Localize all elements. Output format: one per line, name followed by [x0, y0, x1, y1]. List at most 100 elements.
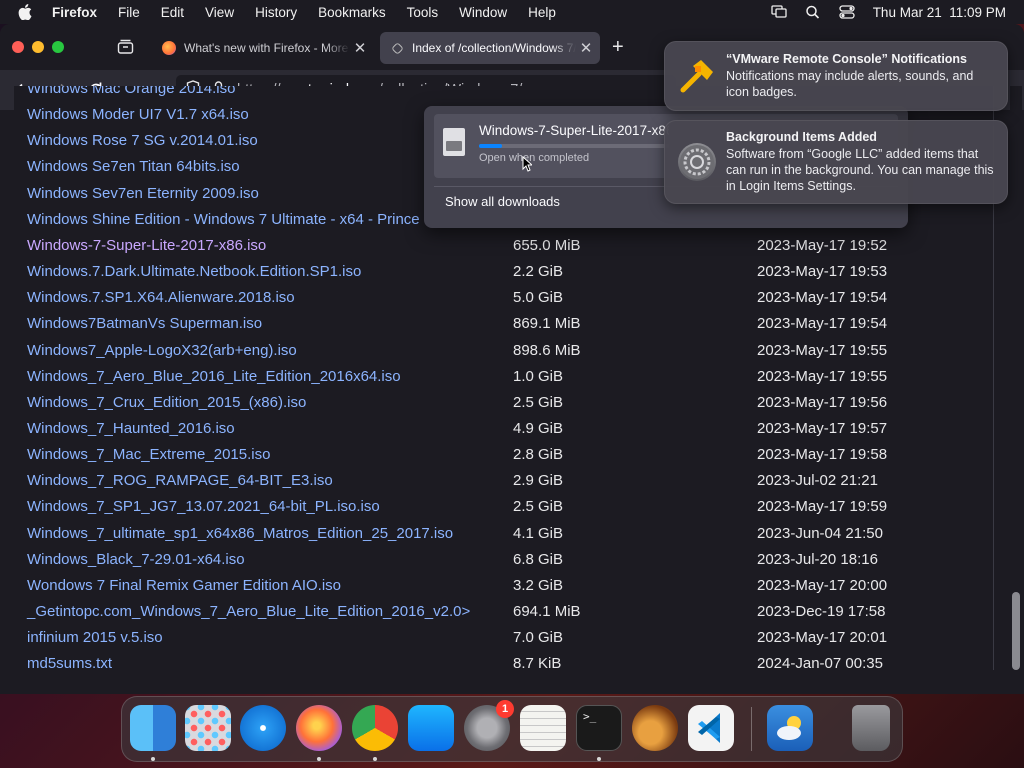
file-date: 2023-May-17 19:54: [757, 315, 888, 333]
close-tab-icon[interactable]: ✕: [350, 39, 370, 57]
file-link[interactable]: Windows_7_ultimate_sp1_x64x86_Matros_Edi…: [27, 521, 453, 547]
tab-whats-new[interactable]: What's new with Firefox - More ✕: [152, 32, 374, 64]
screen-mirroring-icon[interactable]: [771, 5, 787, 19]
launchpad-icon[interactable]: [185, 705, 231, 751]
menubar-status-area: Thu Mar 21 11:09 PM: [771, 0, 1006, 24]
file-date: 2023-Jun-04 21:50: [757, 524, 883, 542]
file-link[interactable]: Windows_7_ROG_RAMPAGE_64-BIT_E3.iso: [27, 468, 333, 494]
file-link[interactable]: Windows_7_SP1_JG7_13.07.2021_64-bit_PL.i…: [27, 494, 380, 520]
notification-background-items[interactable]: Background Items Added Software from “Go…: [664, 120, 1008, 204]
file-size: 3.2 GiB: [513, 576, 564, 594]
notification-body: Notifications may include alerts, sounds…: [726, 69, 974, 99]
notification-vmware[interactable]: “VMware Remote Console” Notifications No…: [664, 41, 1008, 111]
garageband-icon[interactable]: [632, 705, 678, 751]
chrome-icon[interactable]: [352, 705, 398, 751]
file-size: 2.9 GiB: [513, 472, 564, 490]
spotlight-search-icon[interactable]: [805, 5, 821, 19]
file-link[interactable]: Windows.7.Dark.Ultimate.Netbook.Edition.…: [27, 259, 361, 285]
show-all-downloads-button[interactable]: Show all downloads: [445, 194, 560, 209]
vmware-icon: [677, 56, 717, 96]
menu-bookmarks[interactable]: Bookmarks: [318, 5, 386, 20]
menu-view[interactable]: View: [205, 5, 234, 20]
control-center-icon[interactable]: [839, 5, 855, 19]
menu-app-name[interactable]: Firefox: [52, 5, 97, 20]
table-row: Windows_7_Haunted_2016.iso 4.9 GiB 2023-Ma…: [14, 416, 994, 442]
file-link[interactable]: Wondows 7 Final Remix Gamer Edition AIO.…: [27, 573, 341, 599]
tab-index-collection[interactable]: Index of /collection/Windows 7/ ✕: [380, 32, 600, 64]
app-store-icon[interactable]: [408, 705, 454, 751]
notification-body: Software from “Google LLC” added items t…: [726, 147, 994, 193]
file-size: 6.8 GiB: [513, 550, 564, 568]
table-row: Windows_7_Aero_Blue_2016_Lite_Edition_20…: [14, 364, 994, 390]
scrollbar-thumb[interactable]: [1012, 592, 1020, 670]
file-link[interactable]: Windows_7_Mac_Extreme_2015.iso: [27, 442, 270, 468]
dock: 1 >_: [121, 696, 903, 762]
menu-bar: Firefox File Edit View History Bookmarks…: [0, 0, 1024, 24]
file-date: 2023-May-17 19:59: [757, 498, 888, 516]
download-filename: Windows-7-Super-Lite-2017-x86.iso: [479, 123, 669, 138]
menu-file[interactable]: File: [118, 5, 140, 20]
firefox-icon[interactable]: [296, 705, 342, 751]
weather-icon[interactable]: [767, 705, 813, 751]
menu-help[interactable]: Help: [528, 5, 556, 20]
trash-icon[interactable]: [852, 705, 890, 751]
menu-edit[interactable]: Edit: [161, 5, 184, 20]
dock-separator: [751, 707, 752, 751]
page-icon: [391, 41, 404, 55]
file-date: 2023-May-17 20:00: [757, 576, 888, 594]
file-link[interactable]: md5sums.txt: [27, 651, 112, 670]
file-link[interactable]: Windows.7.SP1.X64.Alienware.2018.iso: [27, 285, 295, 311]
file-size: 898.6 MiB: [513, 341, 581, 359]
zoom-window-button[interactable]: [52, 41, 64, 53]
tab-title: What's new with Firefox - More: [184, 41, 349, 55]
apple-icon[interactable]: [18, 4, 32, 20]
close-window-button[interactable]: [12, 41, 24, 53]
running-indicator: [317, 757, 321, 761]
file-link[interactable]: Windows7_Apple-LogoX32(arb+eng).iso: [27, 338, 297, 364]
menu-window[interactable]: Window: [459, 5, 507, 20]
file-size: 655.0 MiB: [513, 236, 581, 254]
tab-overview-icon[interactable]: [117, 39, 134, 54]
file-link[interactable]: Windows_7_Crux_Edition_2015_(x86).iso: [27, 390, 306, 416]
file-date: 2023-May-17 19:56: [757, 393, 888, 411]
notification-title: Background Items Added: [726, 130, 877, 144]
file-link[interactable]: infinium 2015 v.5.iso: [27, 625, 163, 651]
file-date: 2023-May-17 20:01: [757, 629, 888, 647]
table-row: _Getintopc.com_Windows_7_Aero_Blue_Lite_…: [14, 599, 994, 625]
file-link[interactable]: Windows_7_Haunted_2016.iso: [27, 416, 235, 442]
file-link[interactable]: Windows Se7en Titan 64bits.iso: [27, 154, 240, 180]
close-tab-icon[interactable]: ✕: [576, 39, 596, 57]
file-link[interactable]: _Getintopc.com_Windows_7_Aero_Blue_Lite_…: [27, 599, 470, 625]
file-date: 2023-May-17 19:54: [757, 289, 888, 307]
file-link[interactable]: Windows-7-Super-Lite-2017-x86.iso: [27, 233, 266, 259]
vscode-icon[interactable]: [688, 705, 734, 751]
download-progress-fill: [479, 144, 502, 148]
mouse-cursor-icon: [522, 156, 532, 172]
file-size: 694.1 MiB: [513, 603, 581, 620]
file-link[interactable]: Windows_Black_7-29.01-x64.iso: [27, 547, 245, 573]
file-link[interactable]: Windows_7_Aero_Blue_2016_Lite_Edition_20…: [27, 364, 401, 390]
terminal-icon[interactable]: >_: [576, 705, 622, 751]
file-size: 4.9 GiB: [513, 419, 564, 437]
textedit-icon[interactable]: [520, 705, 566, 751]
file-date: 2023-May-17 19:53: [757, 263, 888, 281]
safari-icon[interactable]: [240, 705, 286, 751]
file-date: 2023-Dec-19 17:58: [757, 603, 886, 620]
file-link[interactable]: Windows7BatmanVs Superman.iso: [27, 311, 262, 337]
file-date: 2023-May-17 19:55: [757, 367, 888, 385]
finder-icon[interactable]: [130, 705, 176, 751]
file-link[interactable]: Windows Rose 7 SG v.2014.01.iso: [27, 128, 258, 154]
file-link[interactable]: Windows Sev7en Eternity 2009.iso: [27, 181, 259, 207]
minimize-window-button[interactable]: [32, 41, 44, 53]
scrollbar-track[interactable]: [1010, 86, 1022, 670]
file-date: 2024-Jan-07 00:35: [757, 655, 883, 670]
menubar-clock[interactable]: Thu Mar 21 11:09 PM: [873, 5, 1006, 20]
file-link[interactable]: Windows Moder UI7 V1.7 x64.iso: [27, 102, 249, 128]
menu-history[interactable]: History: [255, 5, 297, 20]
new-tab-button[interactable]: +: [612, 36, 624, 59]
file-link[interactable]: Windows Mac Orange 2014.iso: [27, 86, 235, 102]
table-row: Windows_7_ROG_RAMPAGE_64-BIT_E3.iso 2.9 G…: [14, 468, 994, 494]
table-row: Windows_Black_7-29.01-x64.iso 6.8 GiB 2023…: [14, 547, 994, 573]
menu-tools[interactable]: Tools: [407, 5, 439, 20]
file-link[interactable]: Windows Shine Edition - Windows 7 Ultima…: [27, 207, 464, 233]
